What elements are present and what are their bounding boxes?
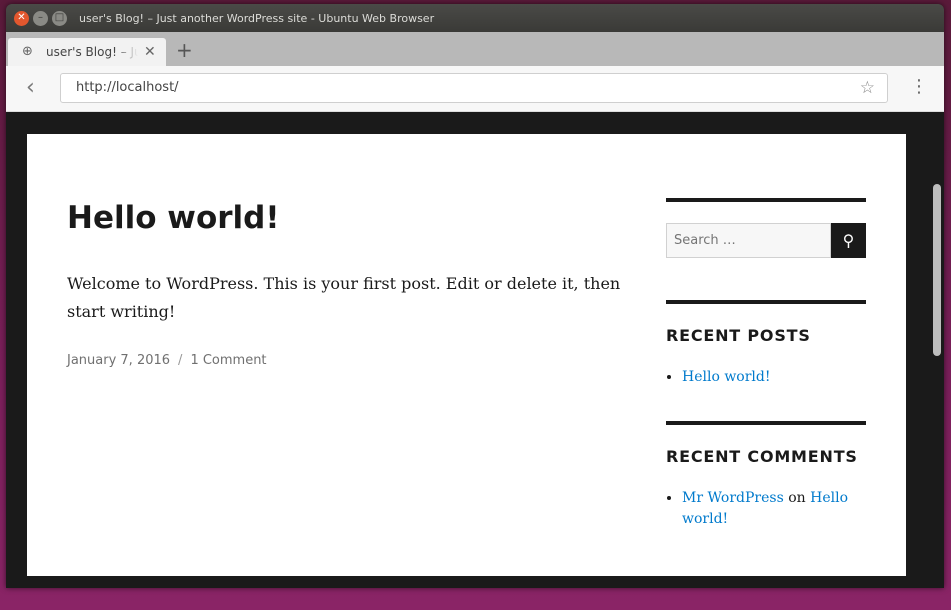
list-item: Hello world! [682,367,866,388]
url-text: http://localhost/ [76,80,179,95]
address-bar: ‹ http://localhost/ ☆ ⋮ [6,66,944,112]
close-icon[interactable]: ✕ [144,44,156,60]
comment-on-text: on [788,490,806,506]
close-icon: ✕ [17,12,26,23]
globe-icon: ⊕ [22,44,33,59]
window-title: user's Blog! – Just another WordPress si… [79,11,435,25]
list-item: Mr WordPress on Hello world! [682,488,866,530]
page-viewport: Hello world! Welcome to WordPress. This … [6,112,944,588]
widget-divider [666,198,866,202]
scrollbar[interactable] [931,112,942,588]
tab-bar: ⊕ user's Blog! – Just another WordPress … [6,32,944,66]
recent-posts-title: RECENT POSTS [666,326,811,345]
post-comments-link[interactable]: 1 Comment [190,353,266,368]
minimize-icon: – [38,12,43,23]
recent-posts-widget: RECENT POSTS Hello world! [666,300,866,388]
maximize-window-button[interactable]: □ [52,10,67,26]
star-icon[interactable]: ☆ [860,78,875,98]
plus-icon: + [176,38,193,62]
page-content: Hello world! Welcome to WordPress. This … [27,134,906,576]
tab-title: user's Blog! – Just another WordPress si… [46,45,138,59]
close-window-button[interactable]: ✕ [14,10,29,26]
new-tab-button[interactable]: + [176,40,193,60]
widget-divider [666,300,866,304]
minimize-window-button[interactable]: – [33,10,48,26]
scrollbar-thumb[interactable] [933,184,941,356]
recent-comments-list: Mr WordPress on Hello world! [666,488,866,530]
search-icon: ⚲ [842,231,855,250]
tab-active[interactable]: ⊕ user's Blog! – Just another WordPress … [8,38,166,66]
recent-comments-widget: RECENT COMMENTS Mr WordPress on Hello wo… [666,421,866,530]
meta-separator: / [178,353,183,368]
recent-posts-list: Hello world! [666,367,866,388]
menu-icon[interactable]: ⋮ [910,78,928,96]
widget-divider [666,421,866,425]
maximize-icon: □ [54,12,65,23]
recent-comments-title: RECENT COMMENTS [666,447,858,466]
post-content: Welcome to WordPress. This is your first… [67,274,621,321]
sidebar: ⚲ RECENT POSTS Hello world! RECENT COMME… [666,198,866,530]
browser-window: ✕ – □ user's Blog! – Just another WordPr… [6,4,944,588]
title-bar: ✕ – □ user's Blog! – Just another WordPr… [6,4,944,32]
chevron-left-icon: ‹ [26,75,35,100]
search-button[interactable]: ⚲ [831,223,866,258]
comment-author-link[interactable]: Mr WordPress [682,490,784,506]
post-date[interactable]: January 7, 2016 [67,353,170,368]
recent-post-link[interactable]: Hello world! [682,369,771,385]
search-input[interactable] [666,223,831,258]
url-field[interactable]: http://localhost/ ☆ [60,73,888,103]
post-title[interactable]: Hello world! [67,200,280,236]
search-form: ⚲ [666,223,866,258]
post-meta: January 7, 2016 / 1 Comment [67,353,267,368]
back-button[interactable]: ‹ [26,76,35,100]
